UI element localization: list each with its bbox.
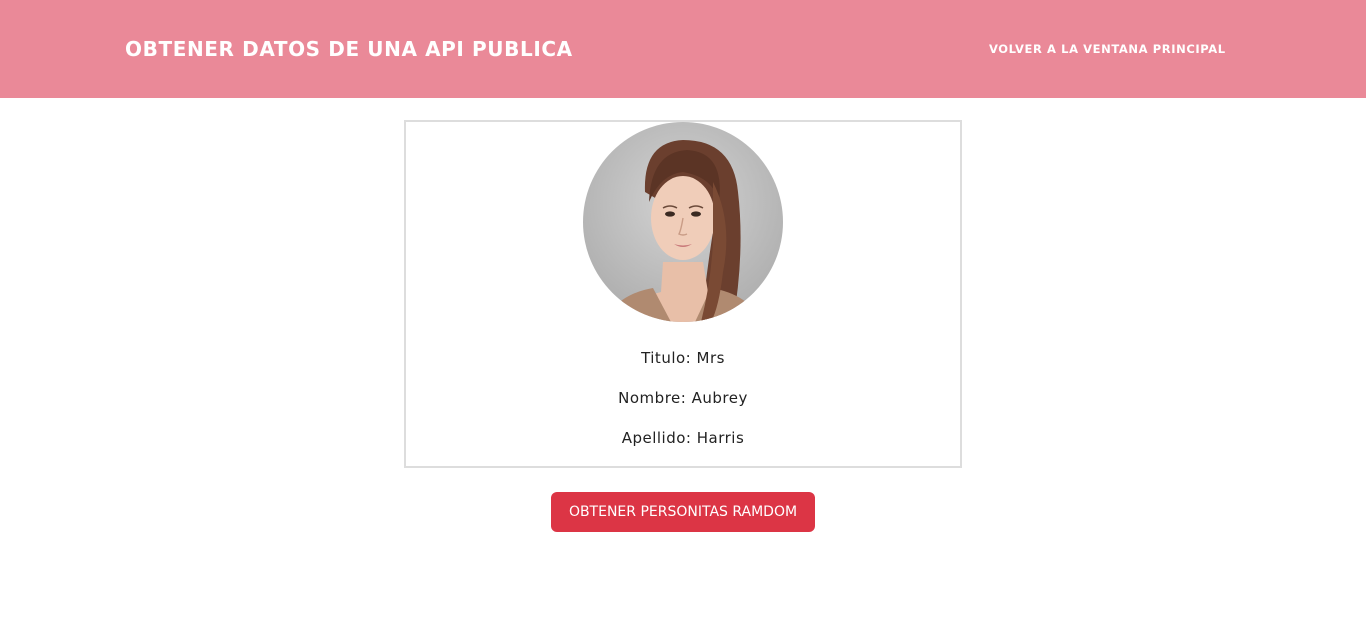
nombre-value: Aubrey [691, 389, 748, 407]
nombre-field: Nombre: Aubrey [406, 389, 960, 407]
titulo-label: Titulo: [641, 349, 692, 367]
person-portrait-icon [583, 122, 783, 322]
apellido-value: Harris [696, 429, 745, 447]
fetch-random-people-button[interactable]: OBTENER PERSONITAS RAMDOM [551, 492, 815, 532]
titulo-field: Titulo: Mrs [406, 349, 960, 367]
person-avatar [583, 122, 783, 322]
titulo-value: Mrs [696, 349, 725, 367]
apellido-label: Apellido: [621, 429, 692, 447]
apellido-field: Apellido: Harris [406, 429, 960, 447]
person-card: Titulo: Mrs Nombre: Aubrey Apellido: Har… [404, 120, 962, 468]
app-header: OBTENER DATOS DE UNA API PUBLICA VOLVER … [0, 0, 1366, 98]
page-title: OBTENER DATOS DE UNA API PUBLICA [125, 37, 573, 61]
back-to-main-link[interactable]: VOLVER A LA VENTANA PRINCIPAL [989, 42, 1226, 56]
nombre-label: Nombre: [618, 389, 687, 407]
